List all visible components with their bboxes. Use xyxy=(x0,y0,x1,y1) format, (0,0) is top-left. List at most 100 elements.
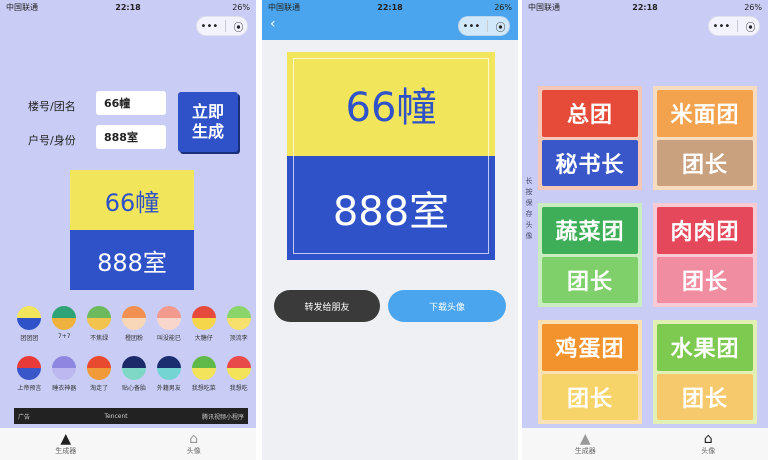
swatch-top xyxy=(226,306,251,318)
color-swatch[interactable]: 我想吃 xyxy=(223,356,254,392)
card-bottom-text: 秘书长 xyxy=(542,139,638,186)
avatar-card[interactable]: 总团 秘书长 xyxy=(538,86,642,190)
ad-label: 广告 xyxy=(18,413,31,421)
home-icon: ⌂ xyxy=(189,431,199,447)
swatch-bottom xyxy=(17,368,42,380)
carrier: 中国联通 xyxy=(528,2,560,12)
card-bottom-text: 团长 xyxy=(657,139,753,186)
more-icon[interactable]: ••• xyxy=(713,21,731,32)
avatar-preview: 66幢 888室 xyxy=(70,170,194,290)
swatch-label: 上帝预言 xyxy=(17,385,42,392)
swatch-bottom xyxy=(122,368,146,380)
swatch-top xyxy=(17,306,42,318)
tab-avatar[interactable]: ⌂ 头像 xyxy=(701,432,715,456)
avatar-large-preview: 66幢 888室 xyxy=(287,52,495,260)
share-button[interactable]: 转发给朋友 xyxy=(274,290,380,322)
ad-banner[interactable]: 广告 Tencent 腾讯视频小程序 xyxy=(14,408,248,424)
status-bar: 中国联通 22:18 26% xyxy=(0,0,256,14)
swatch-bottom xyxy=(87,368,112,380)
swatch-bottom xyxy=(226,318,251,330)
color-swatch[interactable]: 我想吃菜 xyxy=(188,356,219,392)
generate-label-1: 立即 xyxy=(191,102,224,121)
swatch-circle xyxy=(156,306,181,330)
close-target-icon[interactable]: ⦿ xyxy=(745,19,755,34)
card-bottom-text: 团长 xyxy=(657,373,753,420)
phone-preview: 中国联通 22:18 26% ‹ ••• ⦿ 66幢 888室 转发给朋友 下载… xyxy=(262,0,518,460)
phone-gallery: 中国联通 22:18 26% ••• ⦿ 长按保存头像 总团 秘书长 米面团 团长 蔬菜… xyxy=(522,0,768,460)
room-input[interactable]: 888室 xyxy=(96,125,166,149)
swatch-label: 我想吃菜 xyxy=(191,385,216,392)
swatch-label: 大糖仔 xyxy=(194,335,213,342)
building-input[interactable]: 66幢 xyxy=(96,91,166,115)
color-swatch[interactable]: 上帝预言 xyxy=(14,356,45,392)
color-swatch[interactable]: 睡衣神器 xyxy=(49,356,80,392)
card-top-text: 肉肉团 xyxy=(657,207,753,254)
back-arrow-icon[interactable]: ‹ xyxy=(270,16,276,32)
download-button[interactable]: 下载头像 xyxy=(388,290,506,322)
tab-avatar[interactable]: ⌂ 头像 xyxy=(187,432,201,456)
swatch-circle xyxy=(17,356,42,380)
clock: 22:18 xyxy=(377,2,403,12)
mini-program-capsule: ••• ⦿ xyxy=(458,16,510,36)
mini-program-capsule: ••• ⦿ xyxy=(196,16,248,36)
color-palette-row-1: 团团团 7+7 不焦绿 橙团粉 叫没能已 大糖仔 顶流李 xyxy=(14,306,254,342)
room-label: 户号/身份 xyxy=(28,134,76,147)
swatch-bottom xyxy=(156,368,181,380)
ad-brand: Tencent xyxy=(104,412,128,420)
tab-generator[interactable]: ▲ 生成器 xyxy=(55,432,76,456)
status-bar: 中国联通 22:18 26% xyxy=(262,0,518,14)
color-palette-row-2: 上帝预言 睡衣神器 淘走了 贴心备胎 外籍男友 我想吃菜 我想吃 xyxy=(14,356,254,392)
color-swatch[interactable]: 贴心备胎 xyxy=(119,356,150,392)
swatch-circle xyxy=(122,356,146,380)
tab-avatar-label: 头像 xyxy=(701,447,716,455)
flame-icon: ▲ xyxy=(579,431,591,447)
swatch-label: 橙团粉 xyxy=(125,335,144,342)
avatar-card[interactable]: 肉肉团 团长 xyxy=(653,203,757,307)
swatch-bottom xyxy=(122,318,146,330)
swatch-top xyxy=(122,356,146,368)
swatch-top xyxy=(52,356,77,368)
swatch-circle xyxy=(191,306,216,330)
card-bottom-text: 团长 xyxy=(657,256,753,303)
avatar-frame xyxy=(293,58,489,254)
swatch-circle xyxy=(226,306,251,330)
tab-generator-label: 生成器 xyxy=(574,447,596,455)
color-swatch[interactable]: 顶流李 xyxy=(223,306,254,342)
swatch-circle xyxy=(156,356,181,380)
color-swatch[interactable]: 团团团 xyxy=(14,306,45,342)
swatch-circle xyxy=(17,306,42,330)
color-swatch[interactable]: 淘走了 xyxy=(84,356,115,392)
swatch-top xyxy=(156,306,181,318)
avatar-card[interactable]: 鸡蛋团 团长 xyxy=(538,320,642,424)
swatch-top xyxy=(191,306,216,318)
swatch-circle xyxy=(87,306,112,330)
more-icon[interactable]: ••• xyxy=(201,21,219,32)
nav-header: 中国联通 22:18 26% ‹ ••• ⦿ xyxy=(262,0,518,40)
avatar-card[interactable]: 米面团 团长 xyxy=(653,86,757,190)
color-swatch[interactable]: 大糖仔 xyxy=(188,306,219,342)
divider xyxy=(225,20,227,32)
swatch-label: 顶流李 xyxy=(229,335,248,342)
swatch-bottom xyxy=(17,318,42,330)
avatar-card[interactable]: 水果团 团长 xyxy=(653,320,757,424)
swatch-label: 叫没能已 xyxy=(156,335,181,342)
card-top-text: 米面团 xyxy=(657,90,753,137)
color-swatch[interactable]: 7+7 xyxy=(49,306,80,342)
generate-button[interactable]: 立即 生成 xyxy=(178,92,238,152)
tab-bar: ▲ 生成器 ⌂ 头像 xyxy=(522,428,768,460)
status-bar: 中国联通 22:18 26% xyxy=(522,0,768,14)
color-swatch[interactable]: 不焦绿 xyxy=(84,306,115,342)
swatch-top xyxy=(52,306,77,318)
more-icon[interactable]: ••• xyxy=(463,21,481,32)
color-swatch[interactable]: 外籍男友 xyxy=(153,356,184,392)
close-target-icon[interactable]: ⦿ xyxy=(495,19,505,34)
swatch-bottom xyxy=(87,318,112,330)
tab-generator[interactable]: ▲ 生成器 xyxy=(575,432,596,456)
color-swatch[interactable]: 橙团粉 xyxy=(119,306,150,342)
color-swatch[interactable]: 叫没能已 xyxy=(153,306,184,342)
card-bottom-text: 团长 xyxy=(542,373,638,420)
avatar-card[interactable]: 蔬菜团 团长 xyxy=(538,203,642,307)
swatch-circle xyxy=(191,356,216,380)
close-target-icon[interactable]: ⦿ xyxy=(233,19,243,34)
swatch-bottom xyxy=(226,368,251,380)
